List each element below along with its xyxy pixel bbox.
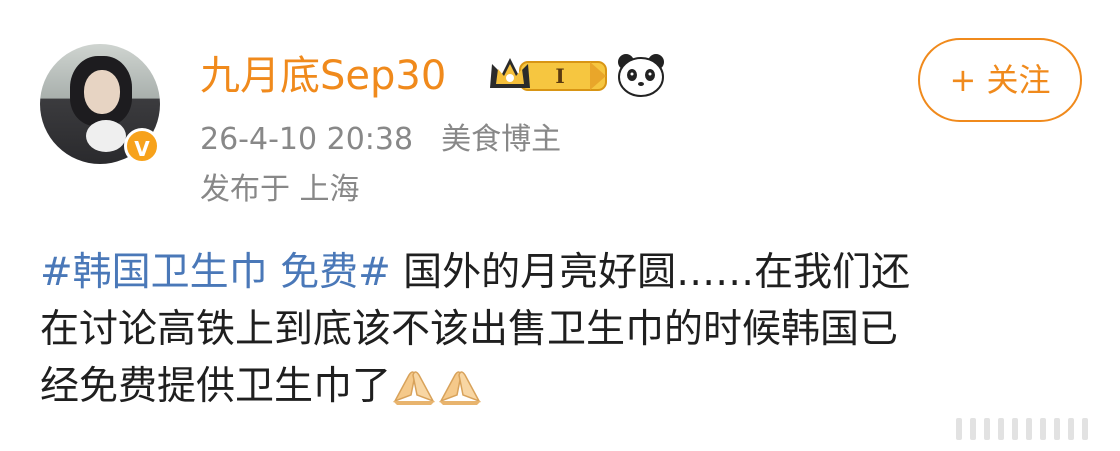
weibo-post-card: V 九月底Sep30 I 26-4-10 20:38 美食博主 发布于 上海 + … xyxy=(0,0,1120,451)
text-fade-more-icon xyxy=(956,418,1088,440)
post-meta: 26-4-10 20:38 美食博主 xyxy=(200,120,561,160)
post-text-segment: 经免费提供卫生巾了 xyxy=(40,364,392,409)
verified-badge-icon: V xyxy=(124,128,160,164)
follow-button[interactable]: + 关注 xyxy=(918,38,1082,122)
post-line-2: 在讨论高铁上到底该不该出售卫生巾的时候韩国已 xyxy=(40,307,899,352)
post-line-1: #韩国卫生巾 免费# 国外的月亮好圆……在我们还 xyxy=(40,244,1090,301)
panda-icon[interactable] xyxy=(616,52,666,98)
crown-level-badge-icon[interactable]: I xyxy=(486,54,608,96)
post-location: 发布于 上海 xyxy=(200,172,360,207)
post-body: #韩国卫生巾 免费# 国外的月亮好圆……在我们还 在讨论高铁上到底该不该出售卫生… xyxy=(40,244,1090,415)
crown-level-text: I xyxy=(555,64,564,88)
folded-hands-emoji-icon xyxy=(393,371,436,405)
post-text-segment: 国外的月亮好圆……在我们还 xyxy=(403,250,911,295)
author-category: 美食博主 xyxy=(441,122,562,157)
avatar-pet xyxy=(86,120,126,152)
post-timestamp[interactable]: 26-4-10 20:38 xyxy=(200,122,413,157)
hashtag-link[interactable]: #韩国卫生巾 免费# xyxy=(40,250,391,295)
folded-hands-emoji-icon xyxy=(439,371,482,405)
post-line-3: 经免费提供卫生巾了 xyxy=(40,358,1090,415)
avatar-face xyxy=(84,70,120,114)
author-name[interactable]: 九月底Sep30 xyxy=(200,52,446,100)
